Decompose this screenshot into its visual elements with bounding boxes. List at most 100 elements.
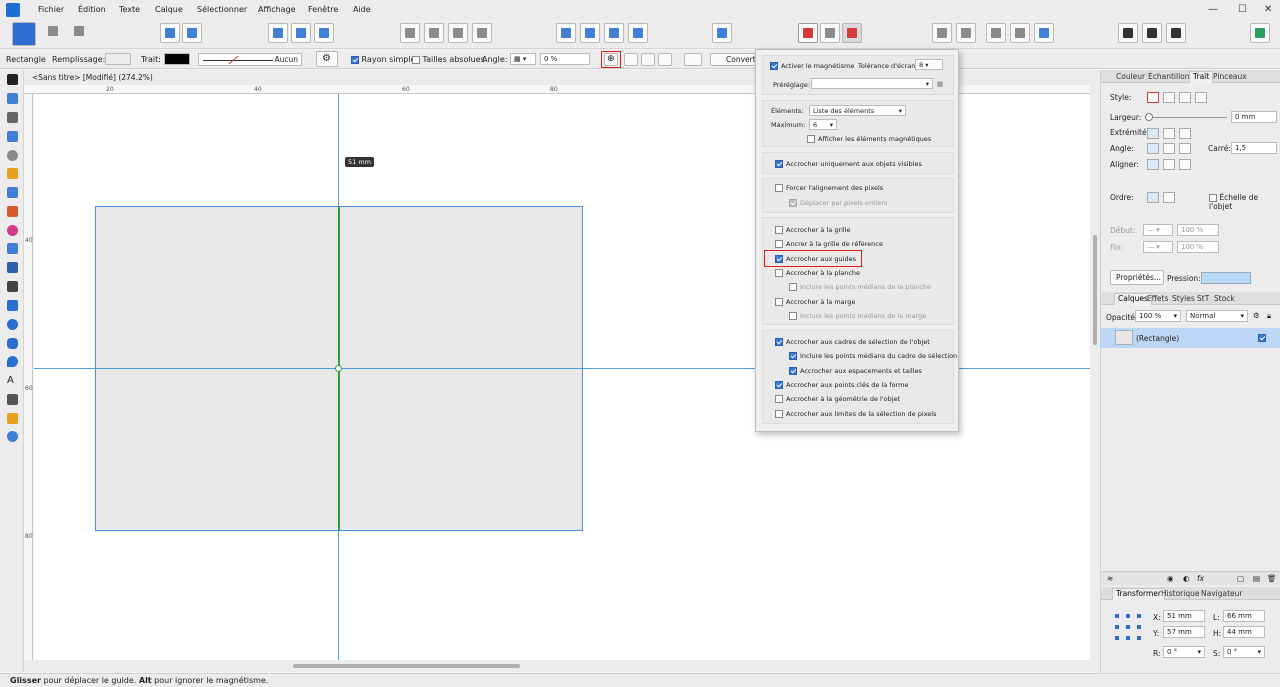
round-cap-icon[interactable] bbox=[1163, 128, 1175, 139]
snap-bbox-icon[interactable] bbox=[658, 53, 672, 66]
bbox-option[interactable]: Accrocher aux cadres de sélection de l'o… bbox=[775, 338, 930, 346]
snap-target-icon[interactable]: ⊕ bbox=[604, 53, 618, 66]
corner-tool-icon[interactable] bbox=[7, 131, 18, 142]
key-points-option[interactable]: Accrocher aux points clés de la forme bbox=[775, 381, 909, 389]
convert-button[interactable]: Convert bbox=[710, 53, 756, 66]
enable-snapping-option[interactable]: Activer le magnétisme bbox=[770, 62, 854, 70]
brush-tool-icon[interactable] bbox=[7, 206, 18, 217]
rotate-left-icon[interactable] bbox=[604, 23, 624, 43]
snap-eye-icon[interactable] bbox=[624, 53, 638, 66]
isolate-icon[interactable] bbox=[182, 23, 202, 43]
spacing-checkbox[interactable] bbox=[789, 367, 797, 375]
tab-historique[interactable]: Historique bbox=[1161, 589, 1199, 598]
align-icon[interactable] bbox=[712, 23, 732, 43]
shape-tool-icon[interactable] bbox=[7, 356, 18, 367]
boolean-divide-icon[interactable] bbox=[1034, 23, 1054, 43]
mask-icon[interactable]: ◉ bbox=[1167, 574, 1174, 583]
rotation-field[interactable]: 0 ° ▾ bbox=[1163, 646, 1205, 658]
artboard-tool-icon[interactable] bbox=[7, 93, 18, 104]
bevel-join-icon[interactable] bbox=[1179, 143, 1191, 154]
spacing-option[interactable]: Accrocher aux espacements et tailles bbox=[789, 367, 922, 375]
ref-grid-option[interactable]: Ancrer à la grille de référence bbox=[775, 240, 883, 248]
account-icon[interactable] bbox=[1250, 23, 1270, 43]
menu-affichage[interactable]: Affichage bbox=[258, 5, 296, 14]
layer-row[interactable]: (Rectangle) bbox=[1101, 328, 1280, 348]
dashed-stroke-icon[interactable] bbox=[1179, 92, 1191, 103]
preferences-icon[interactable] bbox=[1142, 23, 1162, 43]
pixel-bounds-option[interactable]: Accrocher aux limites de la sélection de… bbox=[775, 410, 936, 418]
fill-swatch[interactable] bbox=[105, 53, 131, 65]
align-inside-icon[interactable] bbox=[1163, 159, 1175, 170]
w-field[interactable]: 66 mm bbox=[1223, 610, 1265, 622]
margin-midpoints-checkbox[interactable] bbox=[789, 312, 797, 320]
geometry-option[interactable]: Accrocher à la géométrie de l'objet bbox=[775, 395, 900, 403]
end-scale-field[interactable]: 100 % bbox=[1177, 241, 1219, 253]
pencil-tool-icon[interactable] bbox=[7, 168, 18, 179]
vertical-scrollbar[interactable] bbox=[1090, 85, 1100, 672]
angle-type-dropdown[interactable]: ▦ ▾ bbox=[510, 53, 536, 65]
page-midpoints-checkbox[interactable] bbox=[789, 283, 797, 291]
tailles-absolues-checkbox[interactable] bbox=[412, 55, 420, 64]
tailles-absolues-option[interactable]: Tailles absolues bbox=[412, 55, 485, 64]
pen-tool-icon[interactable] bbox=[7, 187, 18, 198]
start-scale-field[interactable]: 100 % bbox=[1177, 224, 1219, 236]
move-whole-pixels-option[interactable]: Déplacer par pixels entiers bbox=[789, 199, 887, 207]
boolean-add-icon[interactable] bbox=[932, 23, 952, 43]
assistant-icon[interactable] bbox=[1118, 23, 1138, 43]
rayon-simple-option[interactable]: Rayon simple bbox=[351, 55, 415, 64]
tab-transformer[interactable]: Transformer bbox=[1112, 588, 1166, 600]
tab-echantillons[interactable]: Échantillons bbox=[1148, 72, 1193, 81]
rounded-rect-tool-icon[interactable] bbox=[7, 338, 18, 349]
tab-pinceaux[interactable]: Pinceaux bbox=[1213, 72, 1247, 81]
visible-only-option[interactable]: Accrocher uniquement aux objets visibles bbox=[775, 160, 922, 168]
snapping-options-icon[interactable] bbox=[842, 23, 862, 43]
fx-icon[interactable]: fx bbox=[1197, 574, 1204, 583]
page-checkbox[interactable] bbox=[775, 269, 783, 277]
arrange-forward-icon[interactable] bbox=[448, 23, 468, 43]
group-icon[interactable]: ▤ bbox=[1253, 574, 1260, 583]
align-center-icon[interactable] bbox=[1147, 159, 1159, 170]
zoom-tool-icon[interactable] bbox=[7, 431, 18, 442]
rayon-simple-checkbox[interactable] bbox=[351, 55, 359, 64]
boolean-intersect-icon[interactable] bbox=[986, 23, 1006, 43]
fill-tool-icon[interactable] bbox=[7, 225, 18, 236]
properties-button[interactable]: Propriétés... bbox=[1110, 270, 1164, 285]
export-persona-icon[interactable] bbox=[70, 22, 94, 46]
arrange-front-icon[interactable] bbox=[472, 23, 492, 43]
point-transform-icon[interactable] bbox=[7, 150, 18, 161]
minimize-icon[interactable]: — bbox=[1208, 4, 1218, 15]
visible-only-checkbox[interactable] bbox=[775, 160, 783, 168]
transform-origin-icon[interactable] bbox=[291, 23, 311, 43]
h-field[interactable]: 44 mm bbox=[1223, 626, 1265, 638]
menu-fenetre[interactable]: Fenêtre bbox=[308, 5, 338, 14]
transparency-tool-icon[interactable] bbox=[7, 243, 18, 254]
stroke-width-dropdown[interactable]: Aucun bbox=[198, 53, 302, 66]
snapping-toggle-icon[interactable] bbox=[798, 23, 818, 43]
key-points-checkbox[interactable] bbox=[775, 381, 783, 389]
grid-toggle-icon[interactable] bbox=[820, 23, 840, 43]
menu-fichier[interactable]: Fichier bbox=[38, 5, 64, 14]
pixel-persona-icon[interactable] bbox=[44, 22, 68, 46]
layer-visibility-checkbox[interactable] bbox=[1258, 334, 1266, 342]
page-option[interactable]: Accrocher à la planche bbox=[775, 269, 860, 277]
miter-join-icon[interactable] bbox=[1147, 143, 1159, 154]
tab-effets[interactable]: Effets bbox=[1147, 294, 1168, 303]
x-field[interactable]: 51 mm bbox=[1163, 610, 1205, 622]
no-stroke-icon[interactable] bbox=[1147, 92, 1159, 103]
designer-persona-icon[interactable] bbox=[12, 22, 36, 46]
lock-icon[interactable]: 🔒︎ bbox=[1267, 311, 1271, 321]
menu-calque[interactable]: Calque bbox=[155, 5, 183, 14]
solid-stroke-icon[interactable] bbox=[1163, 92, 1175, 103]
color-picker-icon[interactable] bbox=[1166, 23, 1186, 43]
move-tool-icon[interactable] bbox=[7, 74, 18, 85]
miter-field[interactable]: 1,5 bbox=[1231, 142, 1277, 154]
ref-grid-checkbox[interactable] bbox=[775, 240, 783, 248]
round-join-icon[interactable] bbox=[1163, 143, 1175, 154]
grid-checkbox[interactable] bbox=[775, 226, 783, 234]
rectangle-tool-icon[interactable] bbox=[7, 300, 18, 311]
geometry-checkbox[interactable] bbox=[775, 395, 783, 403]
enable-snapping-checkbox[interactable] bbox=[770, 62, 778, 70]
texture-stroke-icon[interactable] bbox=[1195, 92, 1207, 103]
flip-vertical-icon[interactable] bbox=[580, 23, 600, 43]
show-magnetic-option[interactable]: Afficher les éléments magnétiques bbox=[807, 135, 931, 143]
